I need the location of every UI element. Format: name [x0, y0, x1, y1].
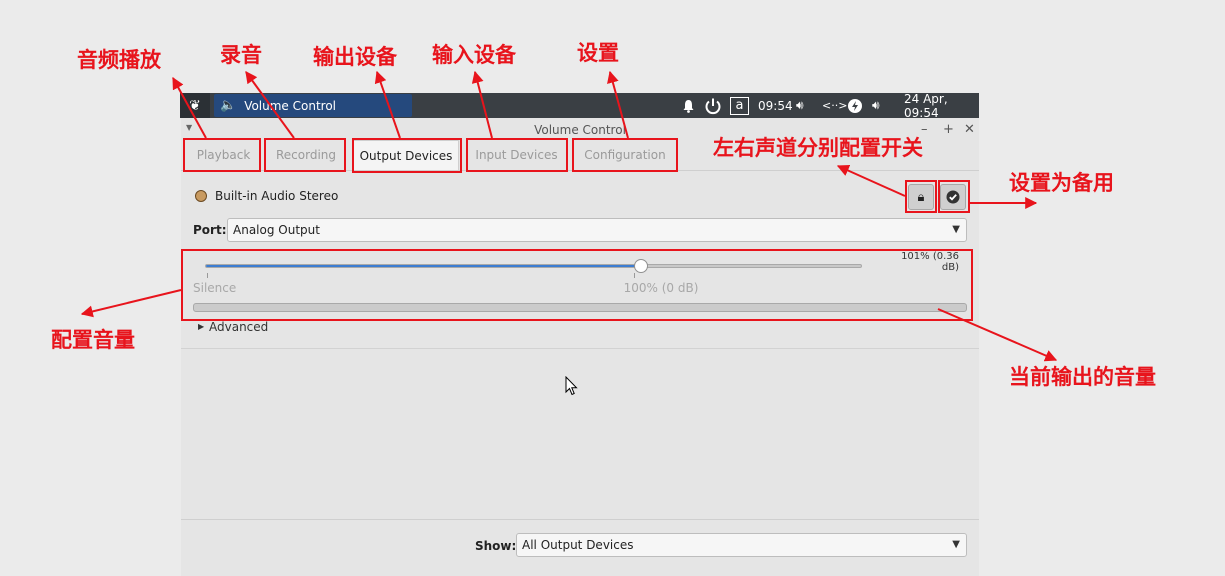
- separator: [181, 348, 979, 349]
- port-value: Analog Output: [233, 223, 320, 237]
- annotation-recording: 录音: [220, 43, 262, 67]
- annotation-lock-channels: 左右声道分别配置开关: [713, 136, 923, 160]
- separator: [181, 519, 979, 520]
- clock[interactable]: 24 Apr, 09:54: [904, 92, 979, 120]
- minimize-icon[interactable]: –: [921, 122, 928, 137]
- highlight-box-lock: [905, 180, 937, 213]
- highlight-box-configuration: [572, 138, 678, 172]
- highlight-box-input-devices: [466, 138, 568, 172]
- show-value: All Output Devices: [522, 538, 634, 552]
- port-select[interactable]: Analog Output ▼: [227, 218, 967, 242]
- keyboard-layout-indicator[interactable]: a: [730, 93, 749, 118]
- annotation-set-fallback: 设置为备用: [1009, 171, 1114, 195]
- show-label: Show:: [475, 539, 517, 553]
- speaker-icon: 🔈: [220, 98, 237, 113]
- annotation-playback: 音频播放: [77, 48, 161, 72]
- tray-time: 09:54: [758, 98, 793, 113]
- taskbar: ❦ 🔈 Volume Control a 09:54 🔊︎ <··> 🔊︎ 24…: [180, 92, 979, 120]
- highlight-box-volume: [181, 249, 973, 321]
- port-label: Port:: [193, 223, 227, 237]
- highlight-box-fallback: [938, 180, 970, 213]
- expander-arrow-icon[interactable]: ▶: [198, 322, 204, 331]
- network-icon[interactable]: <··>: [822, 93, 847, 118]
- window-title: Volume Control: [534, 123, 626, 137]
- taskbar-item-volume-control[interactable]: 🔈 Volume Control: [214, 94, 412, 117]
- bell-icon[interactable]: [682, 93, 695, 118]
- xfce-mouse-icon[interactable]: ❦: [180, 93, 210, 118]
- audio-device-icon: [195, 190, 207, 202]
- volume-icon[interactable]: 🔊︎: [796, 93, 804, 118]
- close-icon[interactable]: ✕: [964, 122, 975, 137]
- chevron-down-icon: ▼: [952, 539, 960, 550]
- device-name: Built-in Audio Stereo: [215, 189, 339, 203]
- highlight-box-output-devices: [352, 138, 462, 173]
- power-icon[interactable]: [704, 93, 722, 118]
- chevron-down-icon: ▼: [952, 224, 960, 235]
- annotation-current-output: 当前输出的音量: [1009, 365, 1156, 389]
- annotation-output-devices: 输出设备: [313, 45, 397, 69]
- task-label: Volume Control: [244, 98, 337, 113]
- highlight-box-recording: [264, 138, 346, 172]
- maximize-icon[interactable]: +: [943, 122, 954, 137]
- annotation-configuration: 设置: [577, 41, 619, 65]
- volume-control-window: ▼ Volume Control – + ✕ Playback Recordin…: [181, 118, 979, 576]
- highlight-box-playback: [183, 138, 261, 172]
- annotation-volume-config: 配置音量: [51, 328, 135, 352]
- show-select[interactable]: All Output Devices ▼: [516, 533, 967, 557]
- mouse-cursor-icon: [565, 375, 579, 400]
- volume-icon-2[interactable]: 🔊︎: [872, 93, 880, 118]
- power-manager-icon[interactable]: [848, 93, 862, 118]
- annotation-input-devices: 输入设备: [432, 43, 516, 67]
- advanced-expander[interactable]: Advanced: [209, 320, 268, 334]
